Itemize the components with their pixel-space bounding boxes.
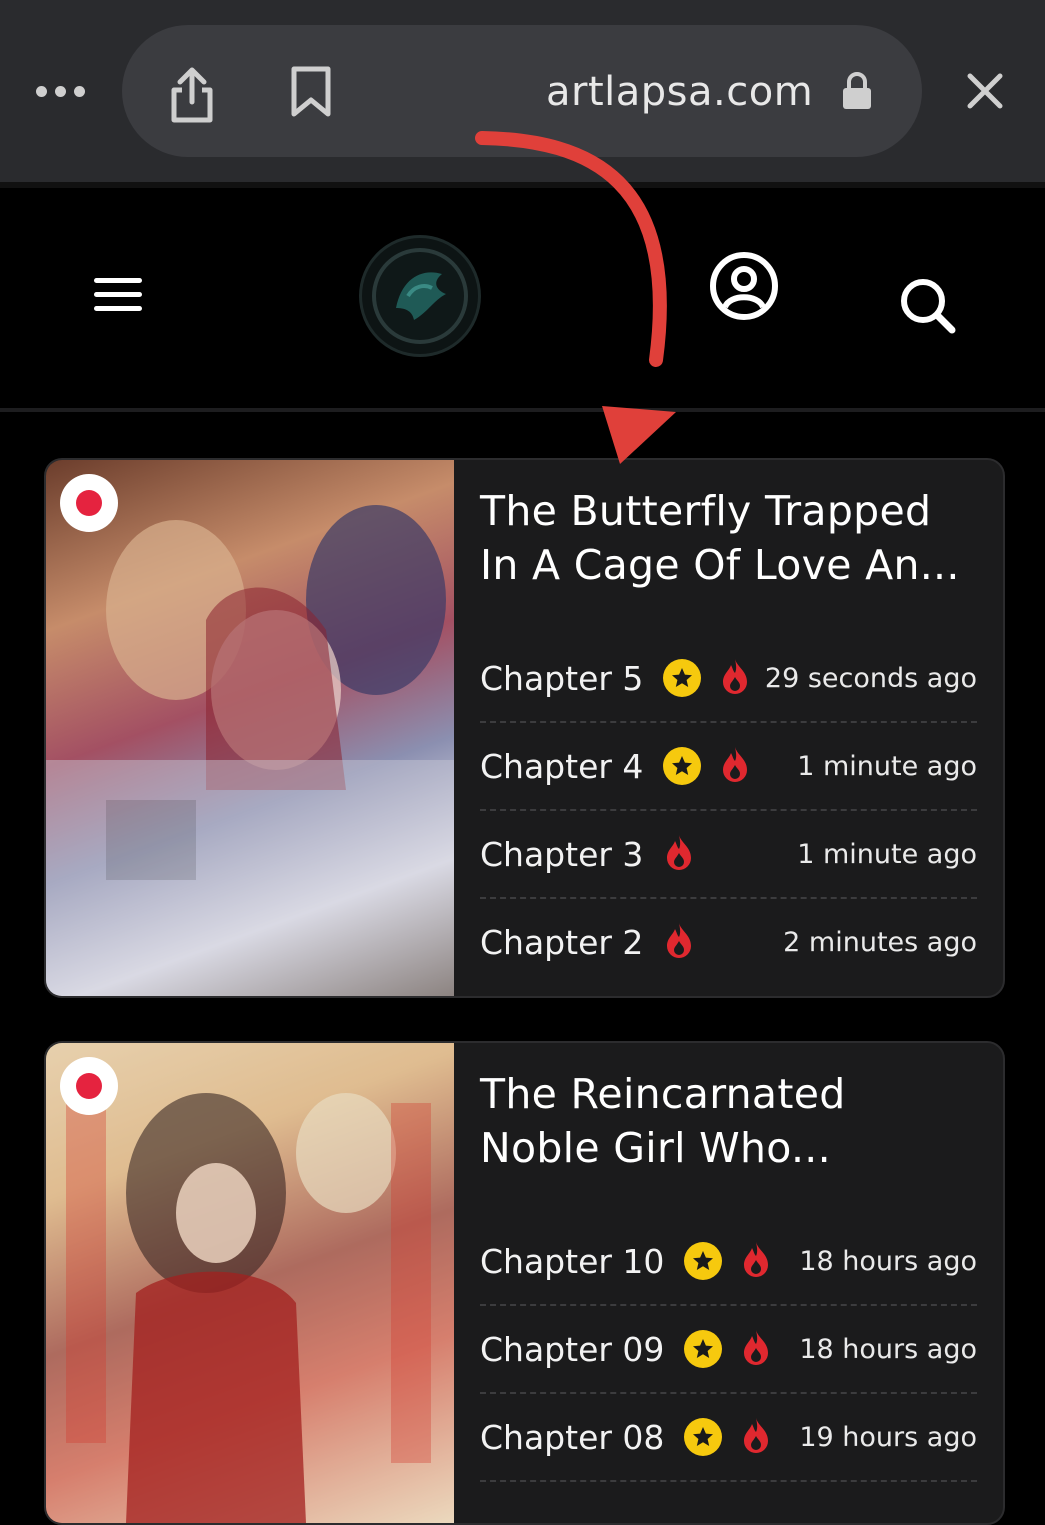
share-icon[interactable]	[168, 66, 216, 128]
series-card[interactable]: The Reincarnated Noble Girl Who... Chapt…	[44, 1041, 1005, 1525]
series-title[interactable]: The Butterfly Trapped In A Cage Of Love …	[480, 484, 977, 592]
series-info: The Reincarnated Noble Girl Who...	[480, 1043, 977, 1175]
chapter-time: 29 seconds ago	[764, 662, 977, 694]
fire-icon	[663, 921, 695, 963]
chapter-time: 18 hours ago	[799, 1245, 977, 1277]
menu-icon[interactable]	[94, 276, 144, 318]
fire-icon	[740, 1416, 772, 1458]
chapter-label[interactable]: Chapter 3	[480, 835, 643, 874]
chapter-label[interactable]: Chapter 4	[480, 747, 643, 786]
chapter-row[interactable]: Chapter 3 1 minute ago	[480, 811, 977, 899]
url-text[interactable]: artlapsa.com	[546, 64, 813, 120]
star-icon	[684, 1330, 723, 1368]
search-icon[interactable]	[898, 276, 958, 340]
hot-badge	[60, 474, 118, 532]
chapter-list: Chapter 5 29 seconds ago Chapter 4 1 min…	[480, 635, 977, 985]
star-icon	[684, 1242, 723, 1280]
fire-icon	[719, 657, 751, 699]
chapter-row[interactable]: Chapter 10 18 hours ago	[480, 1218, 977, 1306]
chapter-list: Chapter 10 18 hours ago Chapter 09 18 ho…	[480, 1218, 977, 1482]
close-icon[interactable]	[966, 72, 1004, 114]
chapter-row[interactable]: Chapter 4 1 minute ago	[480, 723, 977, 811]
chapter-time: 19 hours ago	[799, 1421, 977, 1453]
more-dots-icon[interactable]	[36, 86, 85, 97]
chapter-row[interactable]: Chapter 5 29 seconds ago	[480, 635, 977, 723]
chapter-time: 18 hours ago	[799, 1333, 977, 1365]
chapter-row[interactable]: Chapter 09 18 hours ago	[480, 1306, 977, 1394]
chapter-time: 1 minute ago	[797, 750, 977, 782]
star-icon	[684, 1418, 723, 1456]
chapter-time: 2 minutes ago	[783, 926, 977, 958]
fire-icon	[663, 833, 695, 875]
star-icon	[663, 659, 702, 697]
lock-icon	[842, 72, 872, 114]
star-icon	[663, 747, 702, 785]
series-cover[interactable]	[46, 460, 454, 996]
chapter-label[interactable]: Chapter 09	[480, 1330, 664, 1369]
fire-icon	[719, 745, 751, 787]
series-title[interactable]: The Reincarnated Noble Girl Who...	[480, 1067, 977, 1175]
chapter-time: 1 minute ago	[797, 838, 977, 870]
site-logo[interactable]	[362, 238, 478, 354]
series-cover[interactable]	[46, 1043, 454, 1523]
chapter-label[interactable]: Chapter 5	[480, 659, 643, 698]
chapter-label[interactable]: Chapter 2	[480, 923, 643, 962]
hot-badge	[60, 1057, 118, 1115]
fire-icon	[740, 1328, 772, 1370]
chapter-label[interactable]: Chapter 10	[480, 1242, 664, 1281]
user-icon[interactable]	[708, 250, 780, 326]
chapter-row[interactable]: Chapter 08 19 hours ago	[480, 1394, 977, 1482]
series-card[interactable]: The Butterfly Trapped In A Cage Of Love …	[44, 458, 1005, 998]
fire-icon	[740, 1240, 772, 1282]
annotation-arrow	[475, 131, 676, 464]
chapter-label[interactable]: Chapter 08	[480, 1418, 664, 1457]
chapter-row[interactable]: Chapter 2 2 minutes ago	[480, 899, 977, 985]
bookmark-icon[interactable]	[290, 66, 332, 122]
